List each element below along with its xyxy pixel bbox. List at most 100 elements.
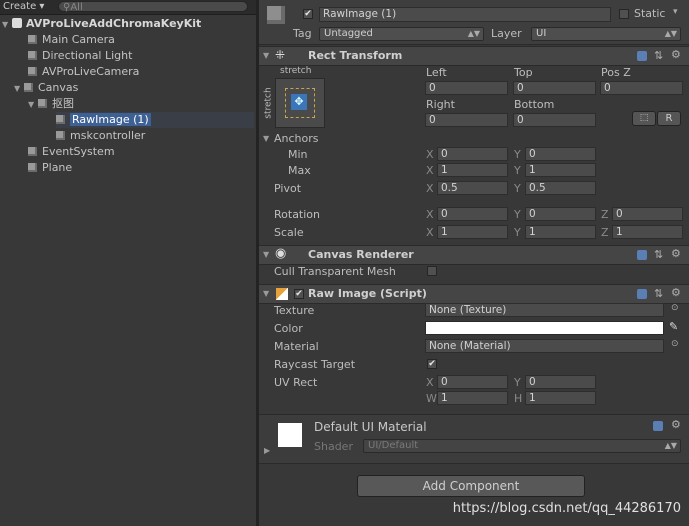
preset-icon[interactable]: ⇅ [654, 248, 663, 261]
gameobject-icon [28, 147, 37, 156]
pivot-x-input[interactable]: 0.5 [437, 181, 508, 195]
hierarchy-item-directional-light[interactable]: Directional Light [28, 48, 132, 64]
material-thumbnail [278, 423, 302, 447]
expand-arrow-icon[interactable]: ▼ [14, 81, 24, 97]
scale-x-input[interactable]: 1 [437, 225, 508, 239]
uv-x-input[interactable]: 0 [437, 375, 508, 389]
material-label: Material [274, 340, 319, 353]
move-arrows-icon: ✥ [291, 94, 307, 110]
canvas-renderer-header[interactable]: ▼ ◉ Canvas Renderer ⇅ ⚙ [259, 245, 689, 265]
rotation-z-input[interactable]: 0 [612, 207, 683, 221]
tag-dropdown[interactable]: Untagged ▲▼ [319, 27, 484, 41]
hierarchy-item-canvas[interactable]: ▼ Canvas [14, 80, 78, 96]
unity-scene-icon [12, 18, 22, 28]
anchors-max-y-input[interactable]: 1 [525, 163, 596, 177]
preset-icon[interactable]: ⇅ [654, 49, 663, 62]
anchors-collapse-arrow-icon[interactable]: ▼ [263, 134, 269, 143]
gameobject-icon [28, 51, 37, 60]
gear-icon[interactable]: ⚙ [671, 247, 681, 260]
shader-dropdown[interactable]: UI/Default ▲▼ [363, 439, 681, 453]
expand-arrow-icon[interactable]: ▶ [264, 446, 270, 455]
posz-input[interactable]: 0 [600, 81, 683, 95]
hierarchy-item-avprolivecamera[interactable]: AVProLiveCamera [28, 64, 139, 80]
add-component-button[interactable]: Add Component [357, 475, 585, 497]
raw-image-enabled-checkbox[interactable]: ✔ [294, 289, 304, 299]
raw-image-header[interactable]: ▼ ✔ Raw Image (Script) ⇅ ⚙ [259, 284, 689, 304]
tag-label: Tag [293, 27, 312, 40]
gear-icon[interactable]: ⚙ [671, 418, 681, 431]
uv-h-input[interactable]: 1 [525, 391, 596, 405]
hierarchy-item-koutu[interactable]: ▼ 抠图 [28, 96, 74, 112]
gameobject-cube-icon [267, 6, 285, 24]
hierarchy-search-input[interactable]: ⚲All [58, 1, 248, 13]
collapse-arrow-icon[interactable]: ▼ [263, 289, 269, 298]
raycast-target-label: Raycast Target [274, 358, 356, 371]
object-name-input[interactable]: RawImage (1) [319, 7, 611, 22]
layer-dropdown[interactable]: UI ▲▼ [531, 27, 681, 41]
hierarchy-panel: Create ▾ ⚲All ▼ AVProLiveAddChromaKeyKit … [0, 0, 256, 526]
anchors-label: Anchors [274, 132, 319, 145]
raw-image-component-icon [276, 288, 288, 300]
eye-icon: ◉ [275, 246, 287, 261]
hierarchy-item-main-camera[interactable]: Main Camera [28, 32, 115, 48]
static-dropdown-arrow-icon[interactable]: ▾ [673, 7, 678, 17]
rect-transform-header[interactable]: ▼ ⁜ Rect Transform ⇅ ⚙ [259, 46, 689, 66]
color-swatch[interactable] [425, 321, 664, 335]
scale-y-input[interactable]: 1 [525, 225, 596, 239]
static-label: Static [634, 7, 666, 20]
gear-icon[interactable]: ⚙ [671, 48, 681, 61]
preset-icon[interactable]: ⇅ [654, 287, 663, 300]
hierarchy-item-mskcontroller[interactable]: mskcontroller [56, 128, 145, 144]
cull-transparent-mesh-checkbox[interactable] [427, 266, 437, 276]
collapse-arrow-icon[interactable]: ▼ [263, 250, 269, 259]
create-button[interactable]: Create ▾ [3, 0, 44, 14]
help-icon[interactable] [637, 289, 647, 299]
hierarchy-toolbar: Create ▾ ⚲All [0, 0, 256, 15]
collapse-arrow-icon[interactable]: ▼ [263, 51, 269, 60]
active-checkbox[interactable]: ✔ [303, 9, 313, 19]
uv-w-input[interactable]: 1 [437, 391, 508, 405]
gameobject-icon [28, 67, 37, 76]
object-picker-icon[interactable]: ⊙ [671, 339, 679, 349]
right-label: Right [426, 98, 455, 111]
anchor-presets-button[interactable]: ✥ [275, 78, 325, 128]
object-picker-icon[interactable]: ⊙ [671, 303, 679, 313]
watermark-text: https://blog.csdn.net/qq_44286170 [452, 501, 681, 516]
eyedropper-icon[interactable]: ✎ [669, 320, 678, 333]
raw-edit-button[interactable]: R [657, 111, 681, 126]
hierarchy-item-rawimage[interactable]: RawImage (1) [56, 112, 254, 128]
pivot-y-input[interactable]: 0.5 [525, 181, 596, 195]
rotation-y-input[interactable]: 0 [525, 207, 596, 221]
anchors-min-x-input[interactable]: 0 [437, 147, 508, 161]
uv-y-input[interactable]: 0 [525, 375, 596, 389]
scene-row[interactable]: ▼ AVProLiveAddChromaKeyKit [2, 16, 201, 32]
static-checkbox[interactable] [619, 9, 629, 19]
help-icon[interactable] [637, 250, 647, 260]
hierarchy-item-eventsystem[interactable]: EventSystem [28, 144, 115, 160]
gear-icon[interactable]: ⚙ [671, 286, 681, 299]
blueprint-mode-button[interactable]: ⬚ [632, 111, 656, 126]
help-icon[interactable] [653, 421, 663, 431]
y-label: Y [514, 376, 521, 389]
expand-arrow-icon[interactable]: ▼ [2, 17, 12, 33]
right-input[interactable]: 0 [425, 113, 508, 127]
texture-field[interactable]: None (Texture) [425, 303, 664, 317]
scale-z-input[interactable]: 1 [612, 225, 683, 239]
rotation-x-input[interactable]: 0 [437, 207, 508, 221]
raycast-target-checkbox[interactable]: ✔ [427, 359, 437, 369]
bottom-input[interactable]: 0 [513, 113, 596, 127]
z-label: Z [601, 226, 609, 239]
left-input[interactable]: 0 [425, 81, 508, 95]
scale-label: Scale [274, 226, 304, 239]
anchors-max-x-input[interactable]: 1 [437, 163, 508, 177]
top-input[interactable]: 0 [513, 81, 596, 95]
help-icon[interactable] [637, 51, 647, 61]
anchors-min-y-input[interactable]: 0 [525, 147, 596, 161]
x-label: X [426, 376, 434, 389]
material-field[interactable]: None (Material) [425, 339, 664, 353]
material-name: Default UI Material [314, 420, 427, 434]
color-label: Color [274, 322, 303, 335]
expand-arrow-icon[interactable]: ▼ [28, 97, 38, 113]
hierarchy-item-plane[interactable]: Plane [28, 160, 72, 176]
y-label: Y [514, 182, 521, 195]
